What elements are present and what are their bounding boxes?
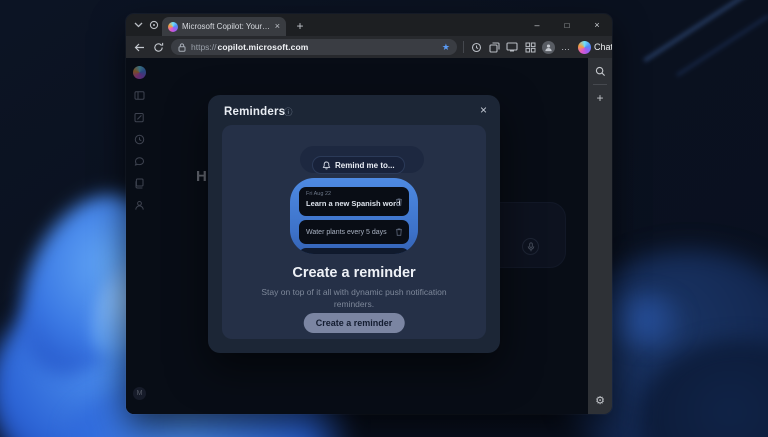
close-window-button[interactable]: × (582, 14, 612, 36)
sidebar-search-icon[interactable] (594, 65, 606, 77)
create-reminder-button[interactable]: Create a reminder (304, 313, 405, 333)
reminder-title: Learn a new Spanish word (306, 199, 391, 208)
wallpaper-streak (676, 14, 768, 76)
modal-close-icon[interactable]: × (480, 103, 487, 117)
browser-window: Microsoft Copilot: Your AI companion × +… (126, 14, 612, 414)
minimize-button[interactable]: – (522, 14, 552, 36)
discover-icon[interactable] (470, 41, 482, 53)
modal-title: Reminders (224, 106, 285, 118)
browser-toolbar: https://copilot.microsoft.com ★ … (126, 36, 612, 58)
collections-icon[interactable] (488, 41, 500, 53)
copilot-logo-icon (578, 41, 591, 54)
copilot-chat-button[interactable]: Chat (578, 41, 612, 54)
create-reminder-heading: Create a reminder (222, 265, 486, 281)
copilot-favicon-icon (168, 22, 178, 32)
remind-me-pill: Remind me to... (312, 156, 405, 174)
trash-icon (395, 228, 403, 237)
window-controls: – □ × (522, 14, 612, 36)
tab-title: Microsoft Copilot: Your AI companion (182, 22, 271, 31)
wallpaper-streak (643, 0, 768, 63)
url-host: copilot.microsoft.com (218, 42, 309, 52)
remind-me-label: Remind me to... (335, 161, 395, 170)
reminders-modal: Reminders ⓘ × Remind me to... (208, 95, 500, 353)
wallpaper-blob (600, 290, 690, 350)
reminder-card: Fri Aug 22 Learn a new Spanish word (299, 187, 409, 216)
rail-divider (593, 84, 607, 85)
reminder-card-partial (299, 248, 409, 254)
info-icon[interactable]: ⓘ (284, 106, 293, 118)
reminders-illustration: Fri Aug 22 Learn a new Spanish word Wate… (290, 178, 418, 254)
sidebar-add-icon[interactable]: + (594, 92, 606, 104)
tab-close-icon[interactable]: × (275, 22, 280, 31)
chat-label: Chat (594, 42, 612, 52)
reminder-title: Water plants every 5 days (306, 229, 387, 236)
refresh-icon[interactable] (152, 41, 165, 54)
title-bar[interactable]: Microsoft Copilot: Your AI companion × +… (126, 14, 612, 36)
lock-icon[interactable] (178, 43, 186, 52)
extensions-icon[interactable] (524, 41, 536, 53)
favorites-star-icon[interactable]: ★ (442, 42, 450, 53)
create-reminder-button-label: Create a reminder (316, 318, 393, 328)
toolbar-divider (463, 41, 464, 53)
new-tab-button[interactable]: + (292, 18, 308, 33)
copilot-page: M H Reminders ⓘ × (126, 58, 588, 414)
more-menu-icon[interactable]: … (561, 42, 571, 52)
url-scheme: https:// (191, 42, 217, 52)
trash-icon (395, 197, 403, 206)
browser-content: M H Reminders ⓘ × (126, 58, 612, 414)
browser-tab[interactable]: Microsoft Copilot: Your AI companion × (162, 17, 286, 36)
tab-actions-icon[interactable] (147, 18, 161, 32)
reminders-panel: Remind me to... Fri Aug 22 Learn a new S… (222, 125, 486, 339)
screenshot-icon[interactable] (506, 41, 518, 53)
reminder-date: Fri Aug 22 (306, 191, 391, 197)
create-reminder-description: Stay on top of it all with dynamic push … (249, 286, 459, 311)
tab-list-chevron-icon[interactable] (131, 18, 145, 32)
maximize-button[interactable]: □ (552, 14, 582, 36)
back-icon[interactable] (133, 41, 146, 54)
desktop: Microsoft Copilot: Your AI companion × +… (0, 0, 768, 437)
settings-gear-icon[interactable]: ⚙ (595, 394, 605, 407)
profile-avatar[interactable] (542, 41, 555, 54)
edge-sidebar-rail: + ⚙ (588, 58, 612, 414)
address-bar[interactable]: https://copilot.microsoft.com ★ (171, 39, 457, 55)
reminder-card: Water plants every 5 days (299, 220, 409, 244)
bell-icon (322, 161, 331, 170)
